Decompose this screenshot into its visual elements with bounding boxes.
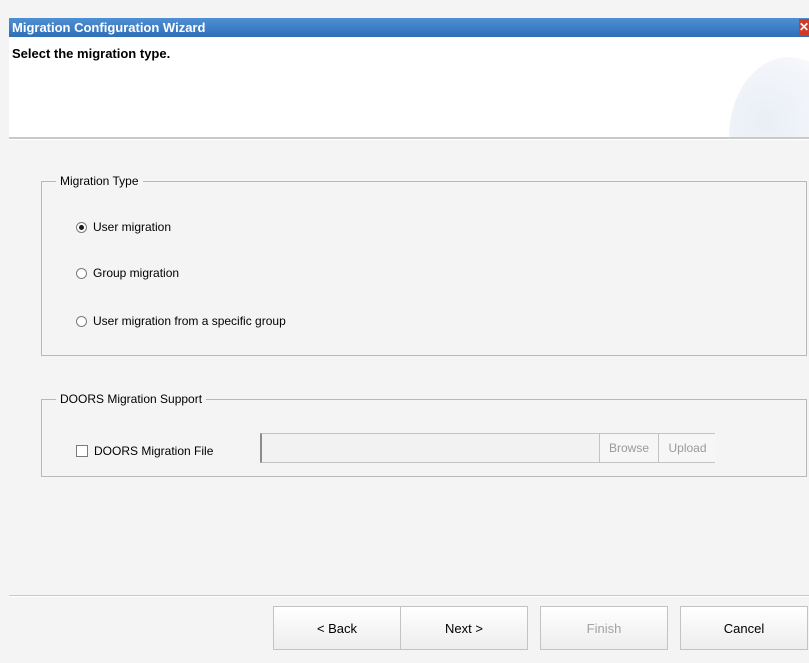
- radio-user-from-group-control[interactable]: [76, 315, 87, 327]
- radio-group-migration[interactable]: Group migration: [76, 266, 179, 280]
- doors-file-checkbox[interactable]: [76, 445, 88, 457]
- window-title: Migration Configuration Wizard: [12, 20, 206, 35]
- radio-user-from-group-label: User migration from a specific group: [93, 314, 286, 328]
- window-titlebar: Migration Configuration Wizard ✕: [9, 18, 809, 37]
- radio-group-migration-label: Group migration: [93, 266, 180, 280]
- upload-button[interactable]: Upload: [658, 434, 716, 462]
- doors-file-input[interactable]: Browse Upload: [260, 433, 716, 463]
- doors-migration-legend: DOORS Migration Support: [56, 392, 207, 406]
- finish-button[interactable]: Finish: [540, 606, 668, 650]
- browse-button[interactable]: Browse: [599, 434, 658, 462]
- header-divider: [9, 137, 809, 140]
- migration-type-group: Migration Type User migration Group migr…: [41, 174, 807, 356]
- header-decoration: [729, 57, 809, 137]
- radio-user-migration-label: User migration: [93, 220, 172, 234]
- footer-divider: [9, 595, 809, 597]
- doors-file-checkbox-row[interactable]: DOORS Migration File: [76, 444, 213, 458]
- wizard-header: Select the migration type.: [9, 37, 809, 137]
- radio-user-from-group[interactable]: User migration from a specific group: [76, 314, 286, 328]
- page-title: Select the migration type.: [12, 46, 171, 61]
- migration-type-legend: Migration Type: [56, 174, 143, 188]
- back-button[interactable]: < Back: [273, 606, 401, 650]
- radio-user-migration-control[interactable]: [76, 221, 87, 233]
- doors-migration-group: DOORS Migration Support DOORS Migration …: [41, 392, 807, 477]
- radio-group-migration-control[interactable]: [76, 267, 87, 279]
- next-button[interactable]: Next >: [400, 606, 528, 650]
- close-icon[interactable]: ✕: [799, 19, 809, 35]
- doors-file-checkbox-label: DOORS Migration File: [94, 444, 214, 458]
- cancel-button[interactable]: Cancel: [680, 606, 808, 650]
- radio-user-migration[interactable]: User migration: [76, 220, 171, 234]
